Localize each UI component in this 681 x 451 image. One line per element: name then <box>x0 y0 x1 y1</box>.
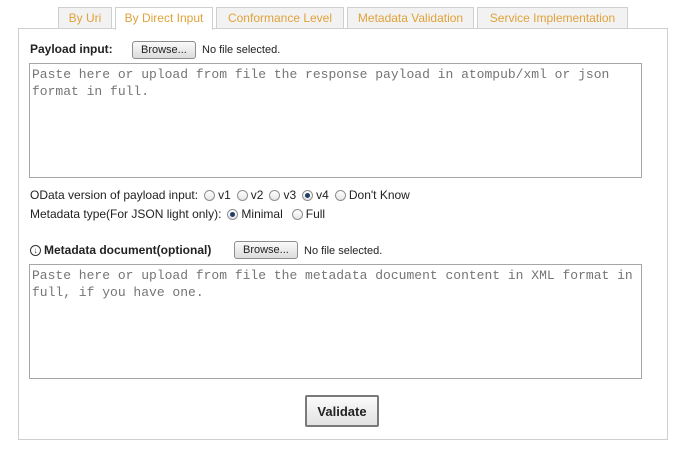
odata-v1-radio[interactable] <box>204 189 216 201</box>
odata-v3-label: v3 <box>283 188 297 202</box>
tab-service-implementation[interactable]: Service Implementation <box>477 7 628 29</box>
payload-textarea[interactable] <box>29 63 642 178</box>
metadata-textarea[interactable] <box>29 264 642 379</box>
metadata-file-status: No file selected. <box>304 245 383 257</box>
direct-input-panel: Payload input: Browse... No file selecte… <box>18 28 668 440</box>
tab-metadata-validation[interactable]: Metadata Validation <box>347 7 474 29</box>
odata-v4-label: v4 <box>316 188 329 202</box>
tab-by-uri[interactable]: By Uri <box>58 7 112 29</box>
odata-dont-know-radio[interactable] <box>334 189 346 201</box>
metadata-doc-header[interactable]: ↓ Metadata document(optional) <box>30 243 211 257</box>
payload-input-label: Payload input: <box>30 42 113 56</box>
odata-v2-label: v2 <box>250 188 264 202</box>
odata-v1-label: v1 <box>218 188 231 202</box>
validate-button[interactable]: Validate <box>305 395 379 427</box>
metadata-minimal-radio[interactable] <box>227 208 239 220</box>
metadata-minimal-label: Minimal <box>241 207 283 221</box>
odata-v3-radio[interactable] <box>269 189 281 201</box>
metadata-full-radio[interactable] <box>291 208 303 220</box>
tab-by-direct-input[interactable]: By Direct Input <box>115 7 213 30</box>
payload-file-status: No file selected. <box>202 44 281 56</box>
metadata-browse-button[interactable]: Browse... <box>234 241 298 259</box>
metadata-type-row: Metadata type(For JSON light only): Mini… <box>30 207 328 221</box>
odata-version-row: OData version of payload input: v1 v2 v3… <box>30 188 413 202</box>
metadata-type-label: Metadata type(For JSON light only): <box>30 207 222 221</box>
metadata-full-label: Full <box>305 207 326 221</box>
expand-arrow-icon[interactable]: ↓ <box>30 244 41 256</box>
metadata-doc-label: Metadata document(optional) <box>44 243 212 257</box>
tab-bar: By Uri By Direct Input Conformance Level… <box>0 7 681 30</box>
odata-v2-radio[interactable] <box>236 189 248 201</box>
tab-conformance-level[interactable]: Conformance Level <box>216 7 344 29</box>
odata-version-label: OData version of payload input: <box>30 188 199 202</box>
payload-browse-button[interactable]: Browse... <box>132 41 196 59</box>
odata-v4-radio[interactable] <box>302 189 314 201</box>
odata-dont-know-label: Don't Know <box>348 188 410 202</box>
